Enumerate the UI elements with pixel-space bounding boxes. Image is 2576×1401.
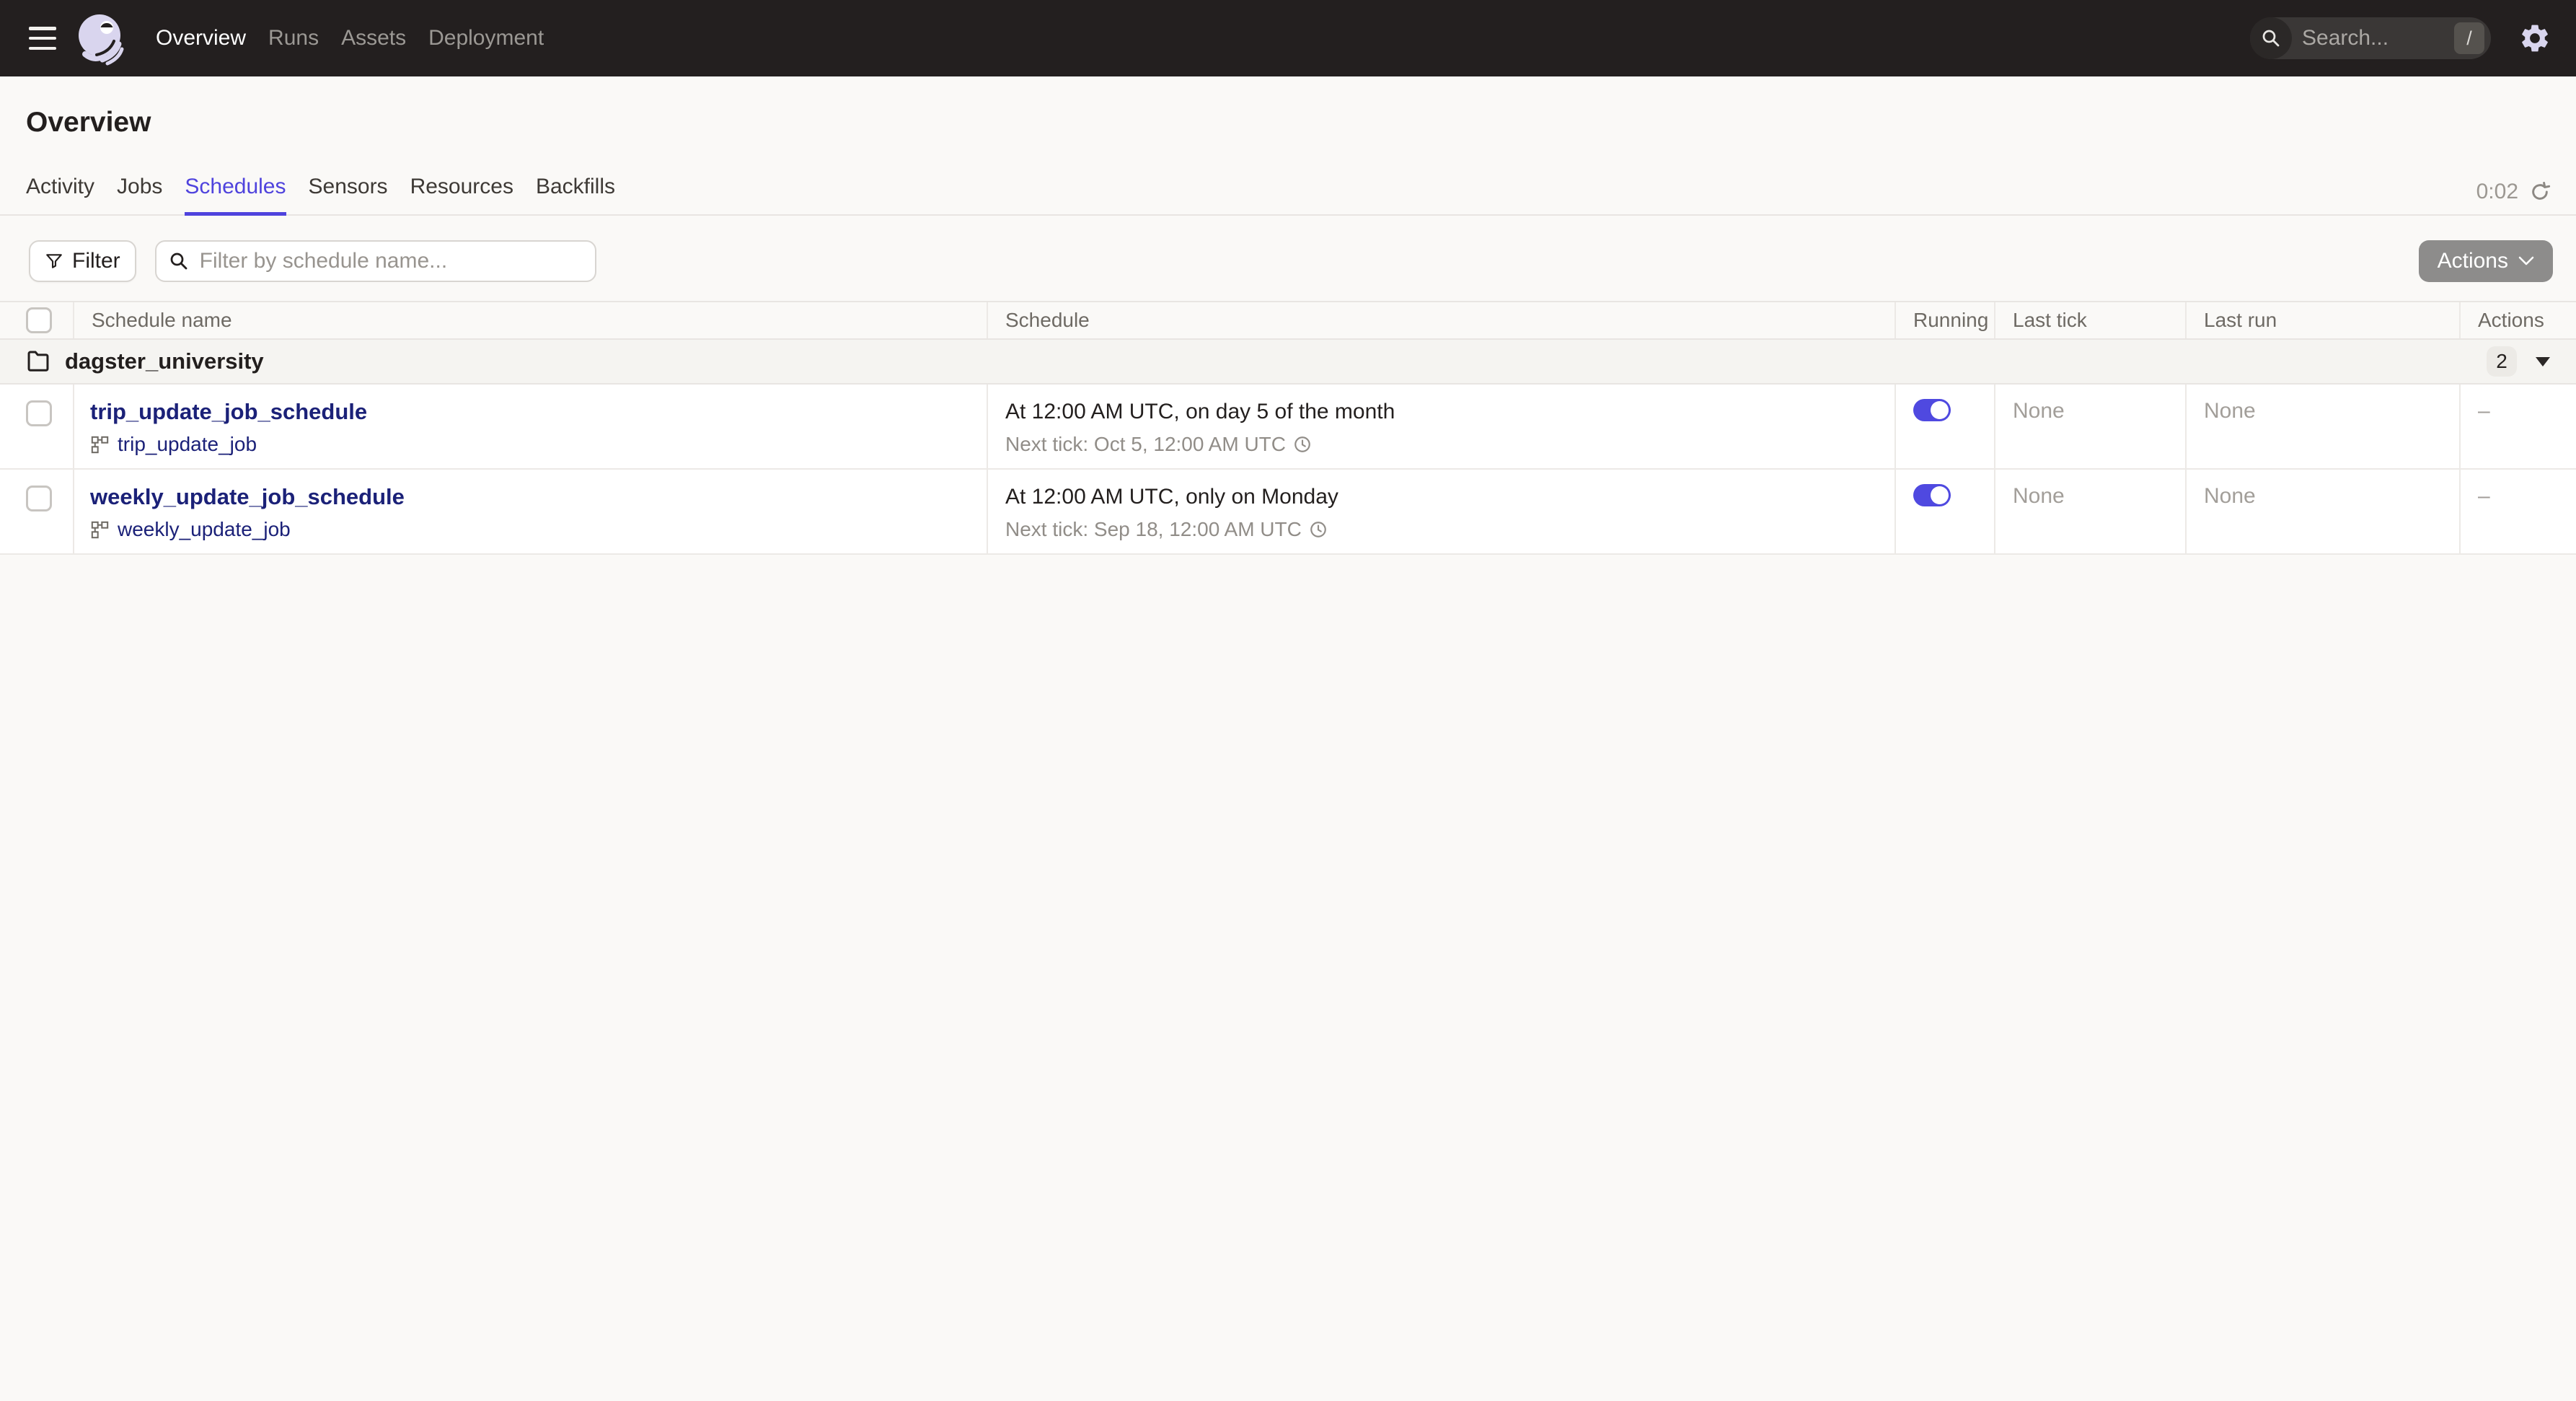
refresh-timer: 0:02 [2476, 180, 2551, 204]
next-tick-text: Next tick: Sep 18, 12:00 AM UTC [1005, 518, 1302, 540]
settings-gear-icon[interactable] [2518, 22, 2551, 55]
running-toggle[interactable] [1913, 484, 1951, 506]
schedule-name-link[interactable]: weekly_update_job_schedule [90, 484, 405, 510]
nav-item-assets[interactable]: Assets [341, 26, 406, 50]
job-link[interactable]: weekly_update_job [118, 518, 291, 541]
tab-schedules[interactable]: Schedules [185, 175, 286, 216]
header-schedule-name: Schedule name [74, 302, 988, 338]
filter-button-label: Filter [72, 249, 120, 273]
cron-description: At 12:00 AM UTC, on day 5 of the month [1005, 400, 1395, 423]
menu-icon[interactable] [29, 27, 56, 50]
running-toggle[interactable] [1913, 399, 1951, 421]
last-run-value: None [2187, 470, 2461, 553]
global-search[interactable]: Search... / [2250, 17, 2491, 59]
select-all-checkbox[interactable] [26, 307, 52, 333]
group-count-badge: 2 [2487, 346, 2517, 377]
nav-links: Overview Runs Assets Deployment [156, 26, 544, 50]
nav-item-runs[interactable]: Runs [268, 26, 319, 50]
search-icon [2250, 17, 2292, 59]
tab-resources[interactable]: Resources [410, 175, 513, 214]
top-navbar: Overview Runs Assets Deployment Search..… [0, 0, 2576, 76]
clock-icon [1310, 522, 1326, 537]
tab-sensors[interactable]: Sensors [309, 175, 388, 214]
row-checkbox[interactable] [26, 486, 52, 511]
schedule-name-link[interactable]: trip_update_job_schedule [90, 399, 367, 425]
header-running: Running [1896, 302, 1995, 338]
schedules-toolbar: Filter Actions [0, 240, 2576, 282]
refresh-countdown: 0:02 [2476, 180, 2518, 203]
table-row: weekly_update_job_schedule weekly_update… [0, 470, 2576, 555]
repo-group-name: dagster_university [65, 348, 264, 374]
slash-shortcut-badge: / [2454, 22, 2484, 54]
table-row: trip_update_job_schedule trip_update_job… [0, 385, 2576, 470]
clock-icon [1294, 436, 1310, 452]
tab-activity[interactable]: Activity [26, 175, 94, 214]
row-actions-value: – [2478, 399, 2490, 423]
page-title: Overview [26, 107, 151, 138]
search-icon [168, 250, 190, 276]
nav-item-deployment[interactable]: Deployment [428, 26, 544, 50]
row-actions-value: – [2478, 484, 2490, 508]
nav-item-overview[interactable]: Overview [156, 26, 246, 50]
schedules-table: Schedule name Schedule Running Last tick… [0, 301, 2576, 555]
header-last-run: Last run [2187, 302, 2461, 338]
collapse-caret-icon[interactable] [2536, 356, 2550, 366]
filter-icon [46, 254, 62, 268]
refresh-icon[interactable] [2528, 180, 2551, 203]
table-header-row: Schedule name Schedule Running Last tick… [0, 302, 2576, 340]
header-last-tick: Last tick [1995, 302, 2187, 338]
schedule-filter-input[interactable] [154, 240, 596, 282]
overview-tabs: Activity Jobs Schedules Sensors Resource… [0, 175, 2576, 216]
filter-button[interactable]: Filter [29, 240, 136, 282]
actions-button[interactable]: Actions [2418, 240, 2553, 282]
dagster-logo [79, 14, 124, 66]
job-graph-icon [91, 436, 109, 453]
last-tick-value: None [1995, 385, 2187, 468]
job-link[interactable]: trip_update_job [118, 433, 257, 456]
header-schedule: Schedule [988, 302, 1896, 338]
global-search-placeholder: Search... [2302, 26, 2389, 50]
cron-description: At 12:00 AM UTC, only on Monday [1005, 485, 1338, 509]
job-graph-icon [91, 521, 109, 538]
next-tick-text: Next tick: Oct 5, 12:00 AM UTC [1005, 433, 1287, 455]
tab-backfills[interactable]: Backfills [536, 175, 615, 214]
repo-group-row[interactable]: dagster_university 2 [0, 340, 2576, 385]
tab-jobs[interactable]: Jobs [117, 175, 162, 214]
last-tick-value: None [1995, 470, 2187, 553]
chevron-down-icon [2518, 256, 2534, 265]
folder-icon [27, 351, 49, 372]
actions-button-label: Actions [2437, 249, 2508, 273]
row-checkbox[interactable] [26, 400, 52, 426]
header-actions: Actions [2478, 309, 2544, 331]
last-run-value: None [2187, 385, 2461, 468]
